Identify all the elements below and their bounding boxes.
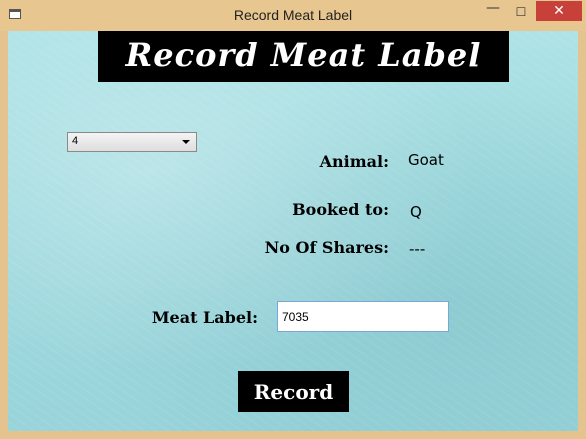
- item-select-dropdown[interactable]: 4: [67, 132, 197, 152]
- minimize-button[interactable]: —: [480, 1, 506, 21]
- page-title-banner: Record Meat Label: [98, 31, 509, 82]
- maximize-button[interactable]: ☐: [508, 1, 534, 21]
- meat-label-input[interactable]: [277, 301, 449, 332]
- chevron-down-icon[interactable]: [182, 140, 190, 144]
- animal-label: Animal:: [319, 152, 389, 171]
- app-window: Record Meat Label — ☐ ✕ Record Meat Labe…: [0, 0, 586, 439]
- animal-value: Goat: [408, 151, 444, 169]
- dropdown-selected-value: 4: [72, 135, 79, 147]
- no-of-shares-value: ---: [409, 240, 426, 258]
- no-of-shares-label: No Of Shares:: [264, 238, 389, 257]
- form-area: Record Meat Label 4 Animal: Goat Booked …: [8, 31, 578, 431]
- booked-to-value: Q: [410, 203, 422, 221]
- meat-label-label: Meat Label:: [151, 308, 258, 327]
- booked-to-label: Booked to:: [292, 200, 389, 219]
- title-bar[interactable]: Record Meat Label — ☐ ✕: [0, 0, 586, 31]
- record-button[interactable]: Record: [238, 371, 349, 412]
- close-button[interactable]: ✕: [536, 1, 582, 21]
